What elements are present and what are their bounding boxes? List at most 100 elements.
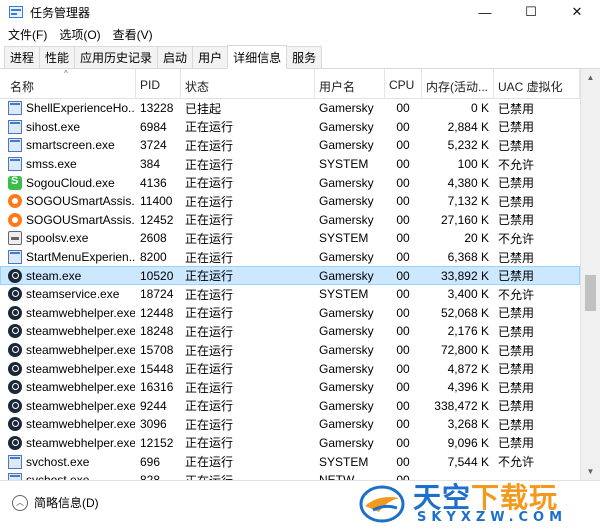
process-status: 正在运行 bbox=[185, 362, 234, 377]
process-memory: 3,268 K bbox=[447, 417, 489, 432]
process-name-text: spoolsv.exe bbox=[26, 231, 89, 246]
process-pid: 10520 bbox=[140, 268, 174, 283]
table-row[interactable]: sihost.exe 6984 正在运行 Gamersky 00 2,884 K 已禁用 bbox=[0, 118, 580, 137]
maximize-button[interactable]: ☐ bbox=[508, 0, 554, 24]
menu-view[interactable]: 查看(V) bbox=[107, 26, 159, 43]
process-name-text: steamwebhelper.exe bbox=[26, 343, 136, 358]
window-title: 任务管理器 bbox=[30, 5, 91, 20]
process-name: steamservice.exe bbox=[0, 285, 136, 304]
table-row[interactable]: steamservice.exe 18724 正在运行 SYSTEM 00 3,400 K… bbox=[0, 285, 580, 304]
close-button[interactable]: ✕ bbox=[554, 0, 600, 24]
process-status: 正在运行 bbox=[185, 324, 234, 339]
column-header-uac[interactable]: UAC 虚拟化 bbox=[494, 69, 580, 99]
process-cpu: 00 bbox=[396, 343, 410, 358]
tab-users[interactable]: 用户 bbox=[192, 46, 229, 68]
chevron-up-icon: ︿ bbox=[12, 494, 28, 511]
table-row[interactable]: steamwebhelper.exe 15708 正在运行 Gamersky 00 72,… bbox=[0, 341, 580, 360]
process-memory: 6,368 K bbox=[447, 250, 489, 265]
tab-details[interactable]: 详细信息 bbox=[227, 45, 288, 69]
tab-app-history[interactable]: 应用历史记录 bbox=[74, 46, 159, 68]
process-cpu: 00 bbox=[396, 268, 410, 283]
process-user: Gamersky bbox=[319, 119, 374, 134]
table-row[interactable]: SogouCloud.exe 4136 正在运行 Gamersky 00 4,380 K 已… bbox=[0, 173, 580, 192]
process-user: Gamersky bbox=[319, 101, 374, 116]
table-row[interactable]: StartMenuExperien... 8200 正在运行 Gamersky 00 6,… bbox=[0, 248, 580, 267]
process-name-text: steam.exe bbox=[26, 268, 82, 283]
tab-bar: 进程 性能 应用历史记录 启动 用户 详细信息 服务 bbox=[0, 44, 600, 69]
process-name-text: sihost.exe bbox=[26, 119, 81, 134]
table-row[interactable]: steamwebhelper.exe 16316 正在运行 Gamersky 00 4,3… bbox=[0, 378, 580, 397]
printer-icon bbox=[8, 231, 22, 246]
process-cpu: 00 bbox=[396, 287, 410, 302]
process-uac: 已禁用 bbox=[498, 417, 535, 432]
process-name: StartMenuExperien... bbox=[0, 248, 136, 267]
process-cpu: 00 bbox=[396, 101, 410, 116]
table-row[interactable]: steamwebhelper.exe 3096 正在运行 Gamersky 00 3,26… bbox=[0, 415, 580, 434]
process-name: sihost.exe bbox=[0, 118, 136, 137]
process-status: 正在运行 bbox=[185, 455, 234, 470]
process-name: spoolsv.exe bbox=[0, 229, 136, 248]
table-row[interactable]: ShellExperienceHo... 13228 已挂起 Gamersky 00 0 … bbox=[0, 99, 580, 118]
table-row[interactable]: smartscreen.exe 3724 正在运行 Gamersky 00 5,232 K… bbox=[0, 136, 580, 155]
process-user: SYSTEM bbox=[319, 231, 369, 246]
process-memory: 2,176 K bbox=[447, 324, 489, 339]
table-row[interactable]: steamwebhelper.exe 15448 正在运行 Gamersky 00 4,8… bbox=[0, 359, 580, 378]
process-status: 正在运行 bbox=[185, 399, 234, 414]
column-header-status[interactable]: 状态 bbox=[181, 69, 315, 99]
column-header-memory[interactable]: 内存(活动... bbox=[422, 69, 494, 99]
process-pid: 3724 bbox=[140, 138, 167, 153]
process-user: Gamersky bbox=[319, 380, 374, 395]
column-header-name[interactable]: ^ 名称 bbox=[0, 69, 136, 99]
process-pid: 2608 bbox=[140, 231, 167, 246]
table-row[interactable]: steamwebhelper.exe 18248 正在运行 Gamersky 00 2,1… bbox=[0, 322, 580, 341]
process-name: svchost.exe bbox=[0, 452, 136, 471]
menu-bar: 文件(F) 选项(O) 查看(V) bbox=[0, 24, 600, 44]
scrollbar-thumb[interactable] bbox=[585, 275, 596, 311]
table-body: ShellExperienceHo... 13228 已挂起 Gamersky 00 0 … bbox=[0, 99, 580, 480]
window-icon bbox=[8, 454, 22, 469]
menu-file[interactable]: 文件(F) bbox=[0, 26, 53, 43]
tab-performance[interactable]: 性能 bbox=[39, 46, 76, 68]
table-row[interactable]: svchost.exe 696 正在运行 SYSTEM 00 7,544 K 不允许 bbox=[0, 452, 580, 471]
table-row[interactable]: steamwebhelper.exe 9244 正在运行 Gamersky 00 338,… bbox=[0, 397, 580, 416]
process-memory: 9,096 K bbox=[447, 435, 489, 450]
process-status: 正在运行 bbox=[185, 417, 234, 432]
process-name: steam.exe bbox=[0, 266, 136, 285]
menu-options[interactable]: 选项(O) bbox=[53, 26, 106, 43]
fewer-details-label: 简略信息(D) bbox=[34, 496, 99, 510]
column-header-pid[interactable]: PID bbox=[136, 69, 181, 99]
process-name: steamwebhelper.exe bbox=[0, 434, 136, 453]
tab-services[interactable]: 服务 bbox=[286, 46, 323, 68]
vertical-scrollbar[interactable]: ▲ ▼ bbox=[580, 69, 600, 480]
process-name: SogouCloud.exe bbox=[0, 173, 136, 192]
table-row[interactable]: steamwebhelper.exe 12448 正在运行 Gamersky 00 52,… bbox=[0, 304, 580, 323]
process-name: steamwebhelper.exe bbox=[0, 378, 136, 397]
process-pid: 15708 bbox=[140, 343, 174, 358]
column-header-cpu[interactable]: CPU bbox=[385, 69, 422, 99]
process-status: 正在运行 bbox=[185, 343, 234, 358]
tab-processes[interactable]: 进程 bbox=[4, 46, 41, 68]
table-row[interactable]: spoolsv.exe 2608 正在运行 SYSTEM 00 20 K 不允许 bbox=[0, 229, 580, 248]
scroll-up-icon[interactable]: ▲ bbox=[581, 69, 600, 86]
process-cpu: 00 bbox=[396, 380, 410, 395]
table-row[interactable]: steam.exe 10520 正在运行 Gamersky 00 33,892 K 已禁用 bbox=[0, 266, 580, 285]
process-uac: 已禁用 bbox=[498, 138, 535, 153]
process-status: 已挂起 bbox=[185, 101, 222, 116]
fewer-details-button[interactable]: ︿ 简略信息(D) bbox=[12, 494, 99, 511]
table-row[interactable]: SOGOUSmartAssis... 12452 正在运行 Gamersky 00 27,… bbox=[0, 211, 580, 230]
process-cpu: 00 bbox=[396, 398, 410, 413]
table-row[interactable]: steamwebhelper.exe 12152 正在运行 Gamersky 00 9,0… bbox=[0, 434, 580, 453]
task-manager-icon bbox=[8, 4, 24, 20]
column-header-user[interactable]: 用户名 bbox=[315, 69, 385, 99]
steam-icon bbox=[8, 417, 22, 432]
sogou-cloud-icon bbox=[8, 175, 22, 190]
sogou-icon bbox=[8, 194, 22, 209]
process-name-text: ShellExperienceHo... bbox=[26, 101, 136, 116]
table-row[interactable]: SOGOUSmartAssis... 11400 正在运行 Gamersky 00 7,1… bbox=[0, 192, 580, 211]
process-user: Gamersky bbox=[319, 324, 374, 339]
process-status: 正在运行 bbox=[185, 120, 234, 135]
process-user: Gamersky bbox=[319, 194, 374, 209]
table-row[interactable]: smss.exe 384 正在运行 SYSTEM 00 100 K 不允许 bbox=[0, 155, 580, 174]
tab-startup[interactable]: 启动 bbox=[157, 46, 194, 68]
minimize-button[interactable]: — bbox=[462, 0, 508, 24]
